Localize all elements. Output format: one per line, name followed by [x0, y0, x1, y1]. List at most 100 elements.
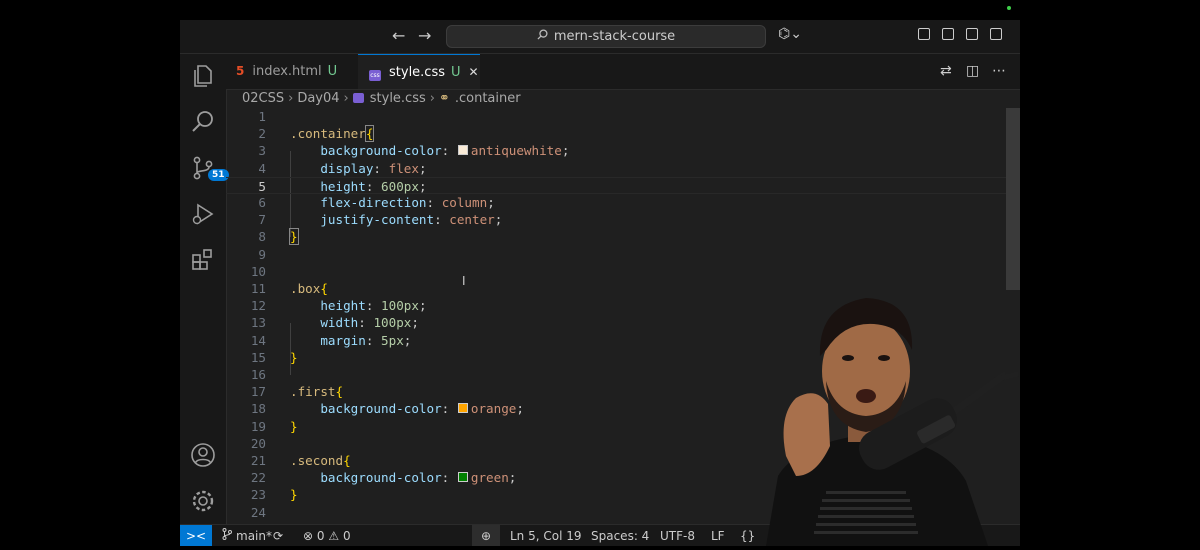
colon: : — [434, 212, 442, 228]
end-of-line[interactable]: LF — [711, 525, 725, 546]
error-count: 0 — [316, 529, 325, 543]
line-number: 17 — [250, 384, 266, 400]
untracked-badge: U — [451, 65, 461, 80]
tab-label: index.html — [252, 64, 322, 79]
breadcrumb-item[interactable]: style.css — [370, 91, 426, 106]
code-line: 8} — [226, 228, 1006, 246]
semicolon: ; — [508, 470, 517, 486]
color-swatch[interactable] — [457, 472, 468, 483]
remote-indicator-icon[interactable]: >< — [180, 525, 212, 546]
colon: : — [365, 178, 374, 194]
text-cursor-icon: I — [462, 274, 466, 288]
colon: : — [358, 315, 366, 331]
css-property: justify-content — [320, 212, 435, 228]
customize-layout-icon[interactable] — [918, 28, 930, 40]
toggle-panel-icon[interactable] — [966, 28, 978, 40]
chevron-right-icon: › — [343, 91, 349, 106]
css-value: 100px — [373, 315, 412, 331]
brace: { — [364, 125, 375, 143]
command-center-search[interactable]: mern-stack-course — [446, 25, 766, 48]
selector-symbol-icon: ⚭ — [438, 91, 450, 106]
compare-changes-icon[interactable]: ⇄ — [940, 54, 952, 89]
semicolon: ; — [487, 195, 495, 210]
colon: : — [365, 298, 374, 314]
css-value: center — [449, 212, 495, 228]
indentation[interactable]: Spaces: 4 — [591, 525, 649, 546]
css-property: background-color — [320, 470, 442, 486]
colon: : — [441, 143, 450, 159]
css-property: display — [320, 160, 374, 176]
extensions-icon[interactable] — [190, 247, 216, 273]
semicolon: ; — [418, 178, 427, 194]
account-icon[interactable] — [190, 442, 216, 468]
css-selector: .box — [290, 281, 321, 296]
css-file-icon — [352, 93, 364, 103]
breadcrumb-item[interactable]: Day04 — [297, 91, 339, 106]
cursor-position[interactable]: Ln 5, Col 19 — [510, 525, 582, 546]
brace: } — [290, 418, 298, 434]
more-actions-icon[interactable]: ⋯ — [992, 54, 1006, 89]
color-swatch[interactable] — [457, 403, 468, 414]
css-value: flex — [388, 160, 419, 176]
color-swatch[interactable] — [457, 145, 468, 156]
forward-arrow-icon[interactable]: → — [418, 26, 431, 46]
line-number: 4 — [258, 160, 266, 176]
brace: { — [343, 453, 351, 468]
colon: : — [441, 470, 450, 486]
brace: } — [290, 349, 298, 365]
css-value: green — [470, 470, 509, 486]
title-bar: ← → mern-stack-course ⌬⌄ — [180, 20, 1020, 54]
colon: : — [373, 160, 382, 176]
settings-gear-icon[interactable] — [190, 488, 216, 514]
source-control-icon[interactable]: 51 — [190, 155, 229, 181]
line-number: 11 — [250, 281, 266, 296]
code-line: 7 justify-content: center; — [226, 211, 1006, 228]
zoom-icon[interactable]: ⊕ — [472, 525, 500, 546]
line-number: 10 — [250, 263, 266, 279]
semicolon: ; — [516, 401, 524, 417]
line-number: 5 — [258, 178, 266, 194]
toggle-sidebar-icon[interactable] — [942, 28, 954, 40]
close-icon[interactable]: ✕ — [469, 65, 479, 79]
copilot-icon[interactable]: ⌬⌄ — [778, 26, 802, 42]
explorer-icon[interactable] — [190, 63, 216, 89]
scrollbar-thumb[interactable] — [1006, 108, 1020, 290]
branch-name[interactable]: main* — [236, 525, 272, 546]
line-number: 15 — [250, 349, 266, 365]
back-arrow-icon[interactable]: ← — [392, 26, 405, 46]
language-mode[interactable]: {} — [740, 525, 755, 546]
presenter-webcam-overlay — [756, 286, 1020, 546]
line-number: 3 — [258, 143, 266, 159]
brace: } — [290, 487, 298, 503]
css-property: flex-direction — [320, 195, 427, 210]
search-icon — [537, 26, 548, 47]
brace: { — [320, 281, 328, 296]
css-value: 100px — [381, 298, 419, 314]
css-property: height — [320, 178, 366, 194]
line-number: 19 — [250, 418, 266, 434]
colon: : — [441, 401, 450, 417]
brace: } — [289, 228, 299, 246]
css-selector: .first — [290, 384, 336, 400]
css-selector: .second — [290, 453, 344, 468]
css-property: height — [320, 298, 366, 314]
encoding[interactable]: UTF-8 — [660, 525, 695, 546]
line-number: 20 — [250, 435, 266, 451]
problems-indicator[interactable]: ⊗ 0 ⚠ 0 — [303, 525, 351, 546]
semicolon: ; — [403, 332, 412, 348]
sync-icon[interactable]: ⟳ — [273, 525, 283, 546]
line-number: 2 — [258, 126, 266, 142]
breadcrumb-item[interactable]: 02CSS — [242, 91, 284, 106]
semicolon: ; — [494, 212, 503, 228]
breadcrumb-item[interactable]: .container — [455, 91, 521, 106]
search-icon[interactable] — [190, 109, 216, 135]
workspace-name: mern-stack-course — [553, 29, 676, 44]
split-editor-icon[interactable]: ◫ — [966, 54, 979, 89]
line-number: 16 — [250, 367, 266, 382]
chevron-right-icon: › — [288, 91, 294, 106]
activity-bar: 51 — [180, 54, 229, 524]
toggle-secondary-sidebar-icon[interactable] — [990, 28, 1002, 40]
tab-index-html[interactable]: 5 index.html U — [236, 54, 356, 89]
run-debug-icon[interactable] — [190, 201, 216, 227]
tab-style-css[interactable]: css style.css U ✕ — [358, 54, 480, 89]
